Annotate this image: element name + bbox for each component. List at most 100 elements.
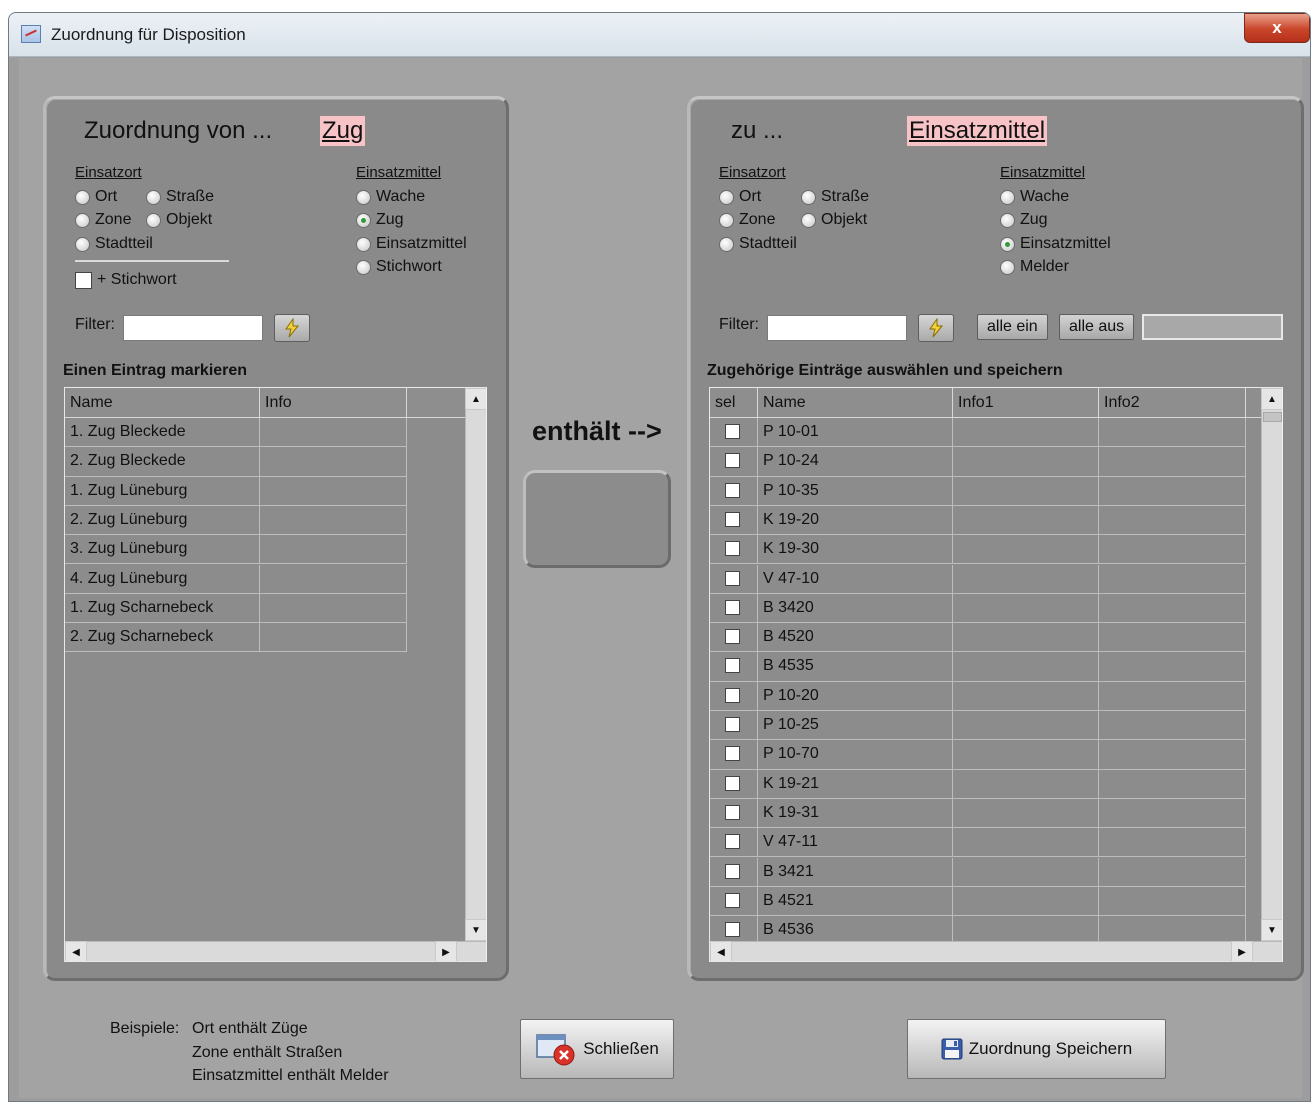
row-select-checkbox[interactable] xyxy=(725,511,740,527)
row-select-checkbox[interactable] xyxy=(725,892,740,908)
table-row[interactable]: K 19-20 xyxy=(710,505,1246,536)
table-row[interactable]: P 10-35 xyxy=(710,476,1246,506)
row-select-checkbox[interactable] xyxy=(725,922,740,938)
row-select-checkbox[interactable] xyxy=(725,804,740,820)
target-radio-wache[interactable]: Wache xyxy=(1000,188,1069,206)
table-row[interactable]: B 3420 xyxy=(710,593,1246,624)
column-header-info[interactable]: Info xyxy=(260,388,407,418)
row-select-checkbox[interactable] xyxy=(725,658,740,674)
table-row[interactable]: 3. Zug Lüneburg xyxy=(65,535,407,565)
target-radio-objekt[interactable]: Objekt xyxy=(801,211,867,229)
target-filter-button[interactable] xyxy=(918,314,954,342)
row-info2-cell xyxy=(1099,798,1246,829)
table-row[interactable]: V 47-10 xyxy=(710,564,1246,594)
scroll-up-arrow-icon[interactable]: ▲ xyxy=(465,388,486,410)
source-radio-strasse[interactable]: Straße xyxy=(146,188,214,206)
source-radio-stichwort[interactable]: Stichwort xyxy=(356,258,442,276)
source-radio-wache[interactable]: Wache xyxy=(356,188,425,206)
column-header-sel[interactable]: sel xyxy=(710,388,758,418)
table-row[interactable]: K 19-30 xyxy=(710,535,1246,565)
table-row[interactable]: B 4520 xyxy=(710,623,1246,653)
deselect-all-button[interactable]: alle aus xyxy=(1059,314,1135,340)
table-row[interactable]: 2. Zug Bleckede xyxy=(65,447,407,477)
table-row[interactable]: B 3421 xyxy=(710,857,1246,887)
source-radio-zug[interactable]: Zug xyxy=(356,211,404,229)
row-select-checkbox[interactable] xyxy=(725,775,740,791)
table-row[interactable]: K 19-21 xyxy=(710,769,1246,799)
scroll-down-arrow-icon[interactable]: ▼ xyxy=(1261,919,1282,941)
table-row[interactable]: V 47-11 xyxy=(710,828,1246,858)
radio-label: Wache xyxy=(376,188,426,205)
target-radio-zug[interactable]: Zug xyxy=(1000,211,1048,229)
source-radio-stadtteil[interactable]: Stadtteil xyxy=(75,235,153,253)
row-name-cell: K 19-21 xyxy=(758,769,953,799)
table-row[interactable]: 1. Zug Bleckede xyxy=(65,418,407,448)
table-row[interactable]: P 10-70 xyxy=(710,740,1246,770)
scroll-down-arrow-icon[interactable]: ▼ xyxy=(465,919,486,941)
source-einsatzort-label: Einsatzort xyxy=(75,164,142,181)
vertical-scrollbar[interactable]: ▲ ▼ xyxy=(465,388,486,941)
source-filter-input[interactable] xyxy=(123,315,263,341)
row-select-checkbox[interactable] xyxy=(725,541,740,557)
scroll-left-arrow-icon[interactable]: ◀ xyxy=(710,941,732,961)
row-select-checkbox[interactable] xyxy=(725,687,740,703)
table-row[interactable]: P 10-20 xyxy=(710,681,1246,711)
target-radio-einsatzmittel[interactable]: Einsatzmittel xyxy=(1000,235,1111,253)
scroll-right-arrow-icon[interactable]: ▶ xyxy=(1231,941,1253,961)
target-radio-stadtteil[interactable]: Stadtteil xyxy=(719,235,797,253)
row-info2-cell xyxy=(1099,535,1246,565)
table-row[interactable]: 4. Zug Lüneburg xyxy=(65,564,407,594)
row-select-checkbox[interactable] xyxy=(725,863,740,879)
table-row[interactable]: B 4521 xyxy=(710,886,1246,917)
table-row[interactable]: 1. Zug Scharnebeck xyxy=(65,593,407,624)
vertical-scrollbar[interactable]: ▲ ▼ xyxy=(1261,388,1282,941)
column-header-info2[interactable]: Info2 xyxy=(1099,388,1246,418)
row-select-checkbox[interactable] xyxy=(725,629,740,645)
table-row[interactable]: B 4535 xyxy=(710,652,1246,682)
row-select-cell xyxy=(710,798,758,829)
select-all-button[interactable]: alle ein xyxy=(977,314,1048,340)
source-radio-einsatzmittel[interactable]: Einsatzmittel xyxy=(356,235,467,253)
row-select-checkbox[interactable] xyxy=(725,599,740,615)
row-select-checkbox[interactable] xyxy=(725,424,740,439)
source-radio-objekt[interactable]: Objekt xyxy=(146,211,212,229)
row-select-checkbox[interactable] xyxy=(725,453,740,469)
scroll-right-arrow-icon[interactable]: ▶ xyxy=(435,941,457,961)
scroll-thumb[interactable] xyxy=(1263,412,1282,422)
source-radio-zone[interactable]: Zone xyxy=(75,211,131,229)
row-name-cell: K 19-20 xyxy=(758,505,953,536)
close-button[interactable]: Schließen xyxy=(520,1019,674,1079)
table-row[interactable]: P 10-25 xyxy=(710,711,1246,741)
table-row[interactable]: 1. Zug Lüneburg xyxy=(65,476,407,506)
table-row[interactable]: P 10-24 xyxy=(710,447,1246,477)
scroll-left-arrow-icon[interactable]: ◀ xyxy=(65,941,87,961)
row-name-cell: 4. Zug Lüneburg xyxy=(65,564,260,594)
table-row[interactable]: K 19-31 xyxy=(710,798,1246,829)
row-select-checkbox[interactable] xyxy=(725,834,740,850)
row-select-checkbox[interactable] xyxy=(725,482,740,498)
target-radio-ort[interactable]: Ort xyxy=(719,188,761,206)
row-select-checkbox[interactable] xyxy=(725,570,740,586)
close-window-button[interactable]: x xyxy=(1244,13,1310,43)
target-radio-strasse[interactable]: Straße xyxy=(801,188,869,206)
radio-label: Ort xyxy=(95,188,118,205)
scroll-up-arrow-icon[interactable]: ▲ xyxy=(1261,388,1282,410)
horizontal-scrollbar[interactable]: ◀ ▶ xyxy=(710,941,1282,961)
column-header-name[interactable]: Name xyxy=(65,388,260,418)
source-radio-ort[interactable]: Ort xyxy=(75,188,117,206)
source-filter-button[interactable] xyxy=(274,314,310,342)
source-stichwort-checkbox[interactable]: + Stichwort xyxy=(75,271,177,289)
table-row[interactable]: 2. Zug Scharnebeck xyxy=(65,623,407,653)
table-row[interactable]: P 10-01 xyxy=(710,418,1246,448)
dialog-client-area: Zuordnung von ... Zug Einsatzort Ort Str… xyxy=(19,58,1304,1098)
column-header-info1[interactable]: Info1 xyxy=(953,388,1099,418)
target-radio-zone[interactable]: Zone xyxy=(719,211,775,229)
row-select-checkbox[interactable] xyxy=(725,746,740,762)
row-select-checkbox[interactable] xyxy=(725,717,740,732)
target-filter-input[interactable] xyxy=(767,315,907,341)
target-radio-melder[interactable]: Melder xyxy=(1000,258,1069,276)
save-assignment-button[interactable]: Zuordnung Speichern xyxy=(907,1019,1166,1079)
column-header-name[interactable]: Name xyxy=(758,388,953,418)
horizontal-scrollbar[interactable]: ◀ ▶ xyxy=(65,941,486,961)
table-row[interactable]: 2. Zug Lüneburg xyxy=(65,505,407,536)
